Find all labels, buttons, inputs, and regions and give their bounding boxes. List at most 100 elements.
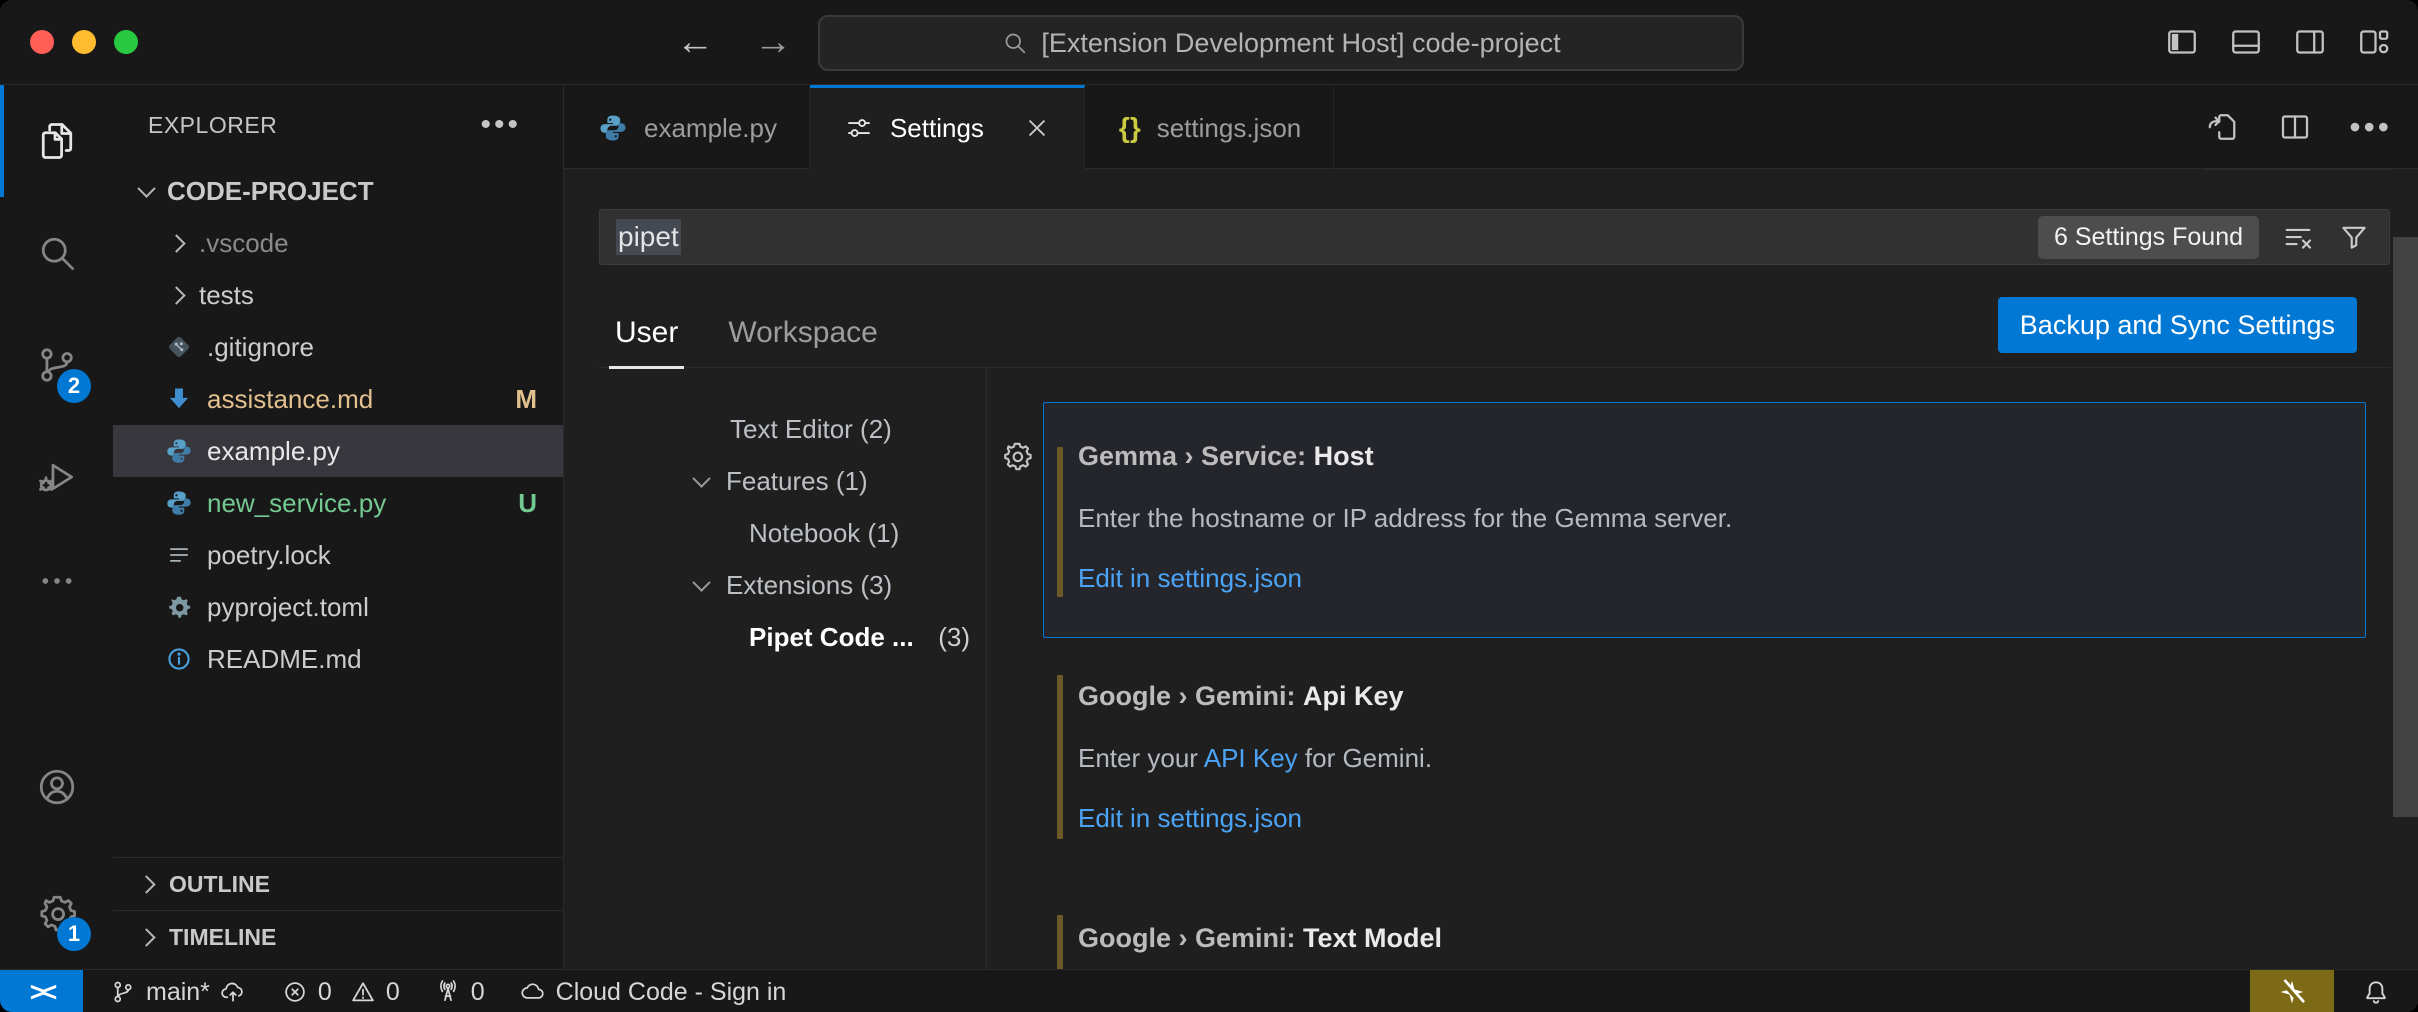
close-tab-icon[interactable] <box>1022 113 1052 143</box>
git-file-icon <box>165 333 193 361</box>
customize-layout-icon[interactable] <box>2356 24 2392 60</box>
outline-section-header[interactable]: OUTLINE <box>113 857 563 910</box>
tree-root-code-project[interactable]: CODE-PROJECT <box>113 165 563 217</box>
api-key-link[interactable]: API Key <box>1204 743 1298 773</box>
setting-title-key: Api Key <box>1303 681 1404 711</box>
split-editor-icon[interactable] <box>2277 109 2313 145</box>
setting-title-prefix: Gemma › Service: <box>1078 441 1314 471</box>
git-status-badge: M <box>515 384 537 415</box>
open-settings-json-icon[interactable] <box>2205 109 2241 145</box>
tree-item-label: assistance.md <box>207 384 373 415</box>
activity-run-debug[interactable] <box>0 421 113 533</box>
command-center-search[interactable]: [Extension Development Host] code-projec… <box>818 15 1744 71</box>
markdown-down-arrow-icon <box>165 385 193 413</box>
tree-item-tests[interactable]: tests <box>113 269 563 321</box>
notifications-status-item[interactable] <box>2334 970 2418 1012</box>
toc-text-editor[interactable]: Text Editor (2) <box>599 403 986 455</box>
settings-search-input[interactable]: pipet 6 Settings Found <box>599 209 2390 265</box>
tab-label: settings.json <box>1157 113 1302 144</box>
backup-sync-settings-button[interactable]: Backup and Sync Settings <box>1998 297 2357 353</box>
toc-label: Notebook (1) <box>749 518 899 549</box>
lock-file-icon <box>165 541 193 569</box>
scope-tab-workspace[interactable]: Workspace <box>722 316 884 369</box>
setting-gemma-service-host[interactable]: Gemma › Service: Host Enter the hostname… <box>1043 402 2366 638</box>
tab-example-py[interactable]: example.py <box>564 85 810 169</box>
errors-icon <box>281 978 309 1006</box>
activity-search[interactable] <box>0 197 113 309</box>
branch-status-item[interactable]: main* <box>109 978 247 1007</box>
ports-count: 0 <box>471 978 485 1007</box>
editor-more-actions-icon[interactable]: ••• <box>2349 109 2392 146</box>
minimize-window-button[interactable] <box>72 30 96 54</box>
activity-accounts[interactable] <box>0 731 113 857</box>
chevron-down-icon <box>692 573 710 591</box>
navigate-forward-icon[interactable]: → <box>754 21 792 64</box>
settings-editor: pipet 6 Settings Found User Workspace Ba… <box>564 169 2418 969</box>
toc-extensions[interactable]: Extensions (3) <box>599 559 986 611</box>
edit-in-settings-json-link[interactable]: Edit in settings.json <box>1078 801 1302 835</box>
sparkle-slash-icon <box>2276 976 2308 1008</box>
close-window-button[interactable] <box>30 30 54 54</box>
tree-item-readme-md[interactable]: README.md <box>113 633 563 685</box>
error-count: 0 <box>318 978 332 1007</box>
bell-icon <box>2361 977 2391 1007</box>
navigate-back-icon[interactable]: ← <box>676 21 714 64</box>
tab-settings-json[interactable]: {} settings.json <box>1085 85 1334 169</box>
setting-google-gemini-api-key[interactable]: Google › Gemini: Api Key Enter your API … <box>1043 664 2366 876</box>
timeline-section-header[interactable]: TIMELINE <box>113 910 563 963</box>
problems-status-item[interactable]: 0 0 <box>281 978 400 1007</box>
toml-gear-icon <box>165 593 193 621</box>
activity-more[interactable] <box>0 533 113 629</box>
toc-notebook[interactable]: Notebook (1) <box>599 507 986 559</box>
warnings-icon <box>349 978 377 1006</box>
tree-item-new-service-py[interactable]: new_service.py U <box>113 477 563 529</box>
setting-title: Gemma › Service: Host <box>1078 439 2335 473</box>
tree-item-vscode[interactable]: .vscode <box>113 217 563 269</box>
toc-label: Text Editor (2) <box>730 414 892 445</box>
cloud-code-status-item[interactable]: Cloud Code - Sign in <box>519 978 787 1007</box>
tree-item-assistance-md[interactable]: assistance.md M <box>113 373 563 425</box>
tree-item-label: tests <box>199 280 254 311</box>
toggle-secondary-sidebar-icon[interactable] <box>2292 24 2328 60</box>
title-bar: ← → [Extension Development Host] code-pr… <box>0 0 2418 85</box>
toggle-panel-icon[interactable] <box>2228 24 2264 60</box>
tab-strip: example.py Settings {} settings.json <box>564 85 2418 169</box>
activity-source-control[interactable]: 2 <box>0 309 113 421</box>
editor-scrollbar[interactable] <box>2393 237 2418 817</box>
tab-settings[interactable]: Settings <box>810 85 1085 169</box>
scope-tab-user[interactable]: User <box>609 316 684 369</box>
chevron-right-icon <box>167 234 185 252</box>
edit-in-settings-json-link[interactable]: Edit in settings.json <box>1078 561 1302 595</box>
tree-item-label: new_service.py <box>207 488 386 519</box>
tree-item-gitignore[interactable]: .gitignore <box>113 321 563 373</box>
setting-google-gemini-text-model[interactable]: Google › Gemini: Text Model <box>1043 906 2366 969</box>
setting-title-prefix: Google › Gemini: <box>1078 923 1303 953</box>
vscode-window: ← → [Extension Development Host] code-pr… <box>0 0 2418 1012</box>
tree-item-label: pyproject.toml <box>207 592 369 623</box>
python-file-icon <box>598 113 628 143</box>
activity-explorer[interactable] <box>0 85 113 197</box>
chevron-right-icon <box>167 286 185 304</box>
filter-icon[interactable] <box>2337 220 2371 254</box>
remote-indicator[interactable]: >< <box>0 970 83 1012</box>
tree-item-pyproject-toml[interactable]: pyproject.toml <box>113 581 563 633</box>
ports-status-item[interactable]: 0 <box>434 978 485 1007</box>
python-file-icon <box>165 489 193 517</box>
activity-settings[interactable]: 1 <box>0 857 113 969</box>
explorer-title: EXPLORER <box>148 112 277 139</box>
activity-bar: 2 1 <box>0 85 113 969</box>
toc-pipet-code[interactable]: Pipet Code ... (3) <box>599 611 986 663</box>
inline-suggestions-status-item[interactable] <box>2250 970 2334 1012</box>
setting-gear-icon[interactable] <box>1000 439 1034 473</box>
settings-found-badge: 6 Settings Found <box>2038 216 2259 259</box>
tab-label: example.py <box>644 113 777 144</box>
explorer-more-actions-icon[interactable]: ••• <box>480 108 521 142</box>
tree-item-label: example.py <box>207 436 340 467</box>
tree-item-poetry-lock[interactable]: poetry.lock <box>113 529 563 581</box>
clear-search-icon[interactable] <box>2281 220 2315 254</box>
zoom-window-button[interactable] <box>114 30 138 54</box>
setting-title: Google › Gemini: Text Model <box>1078 921 2335 955</box>
toggle-primary-sidebar-icon[interactable] <box>2164 24 2200 60</box>
tree-item-example-py[interactable]: example.py <box>113 425 563 477</box>
toc-features[interactable]: Features (1) <box>599 455 986 507</box>
